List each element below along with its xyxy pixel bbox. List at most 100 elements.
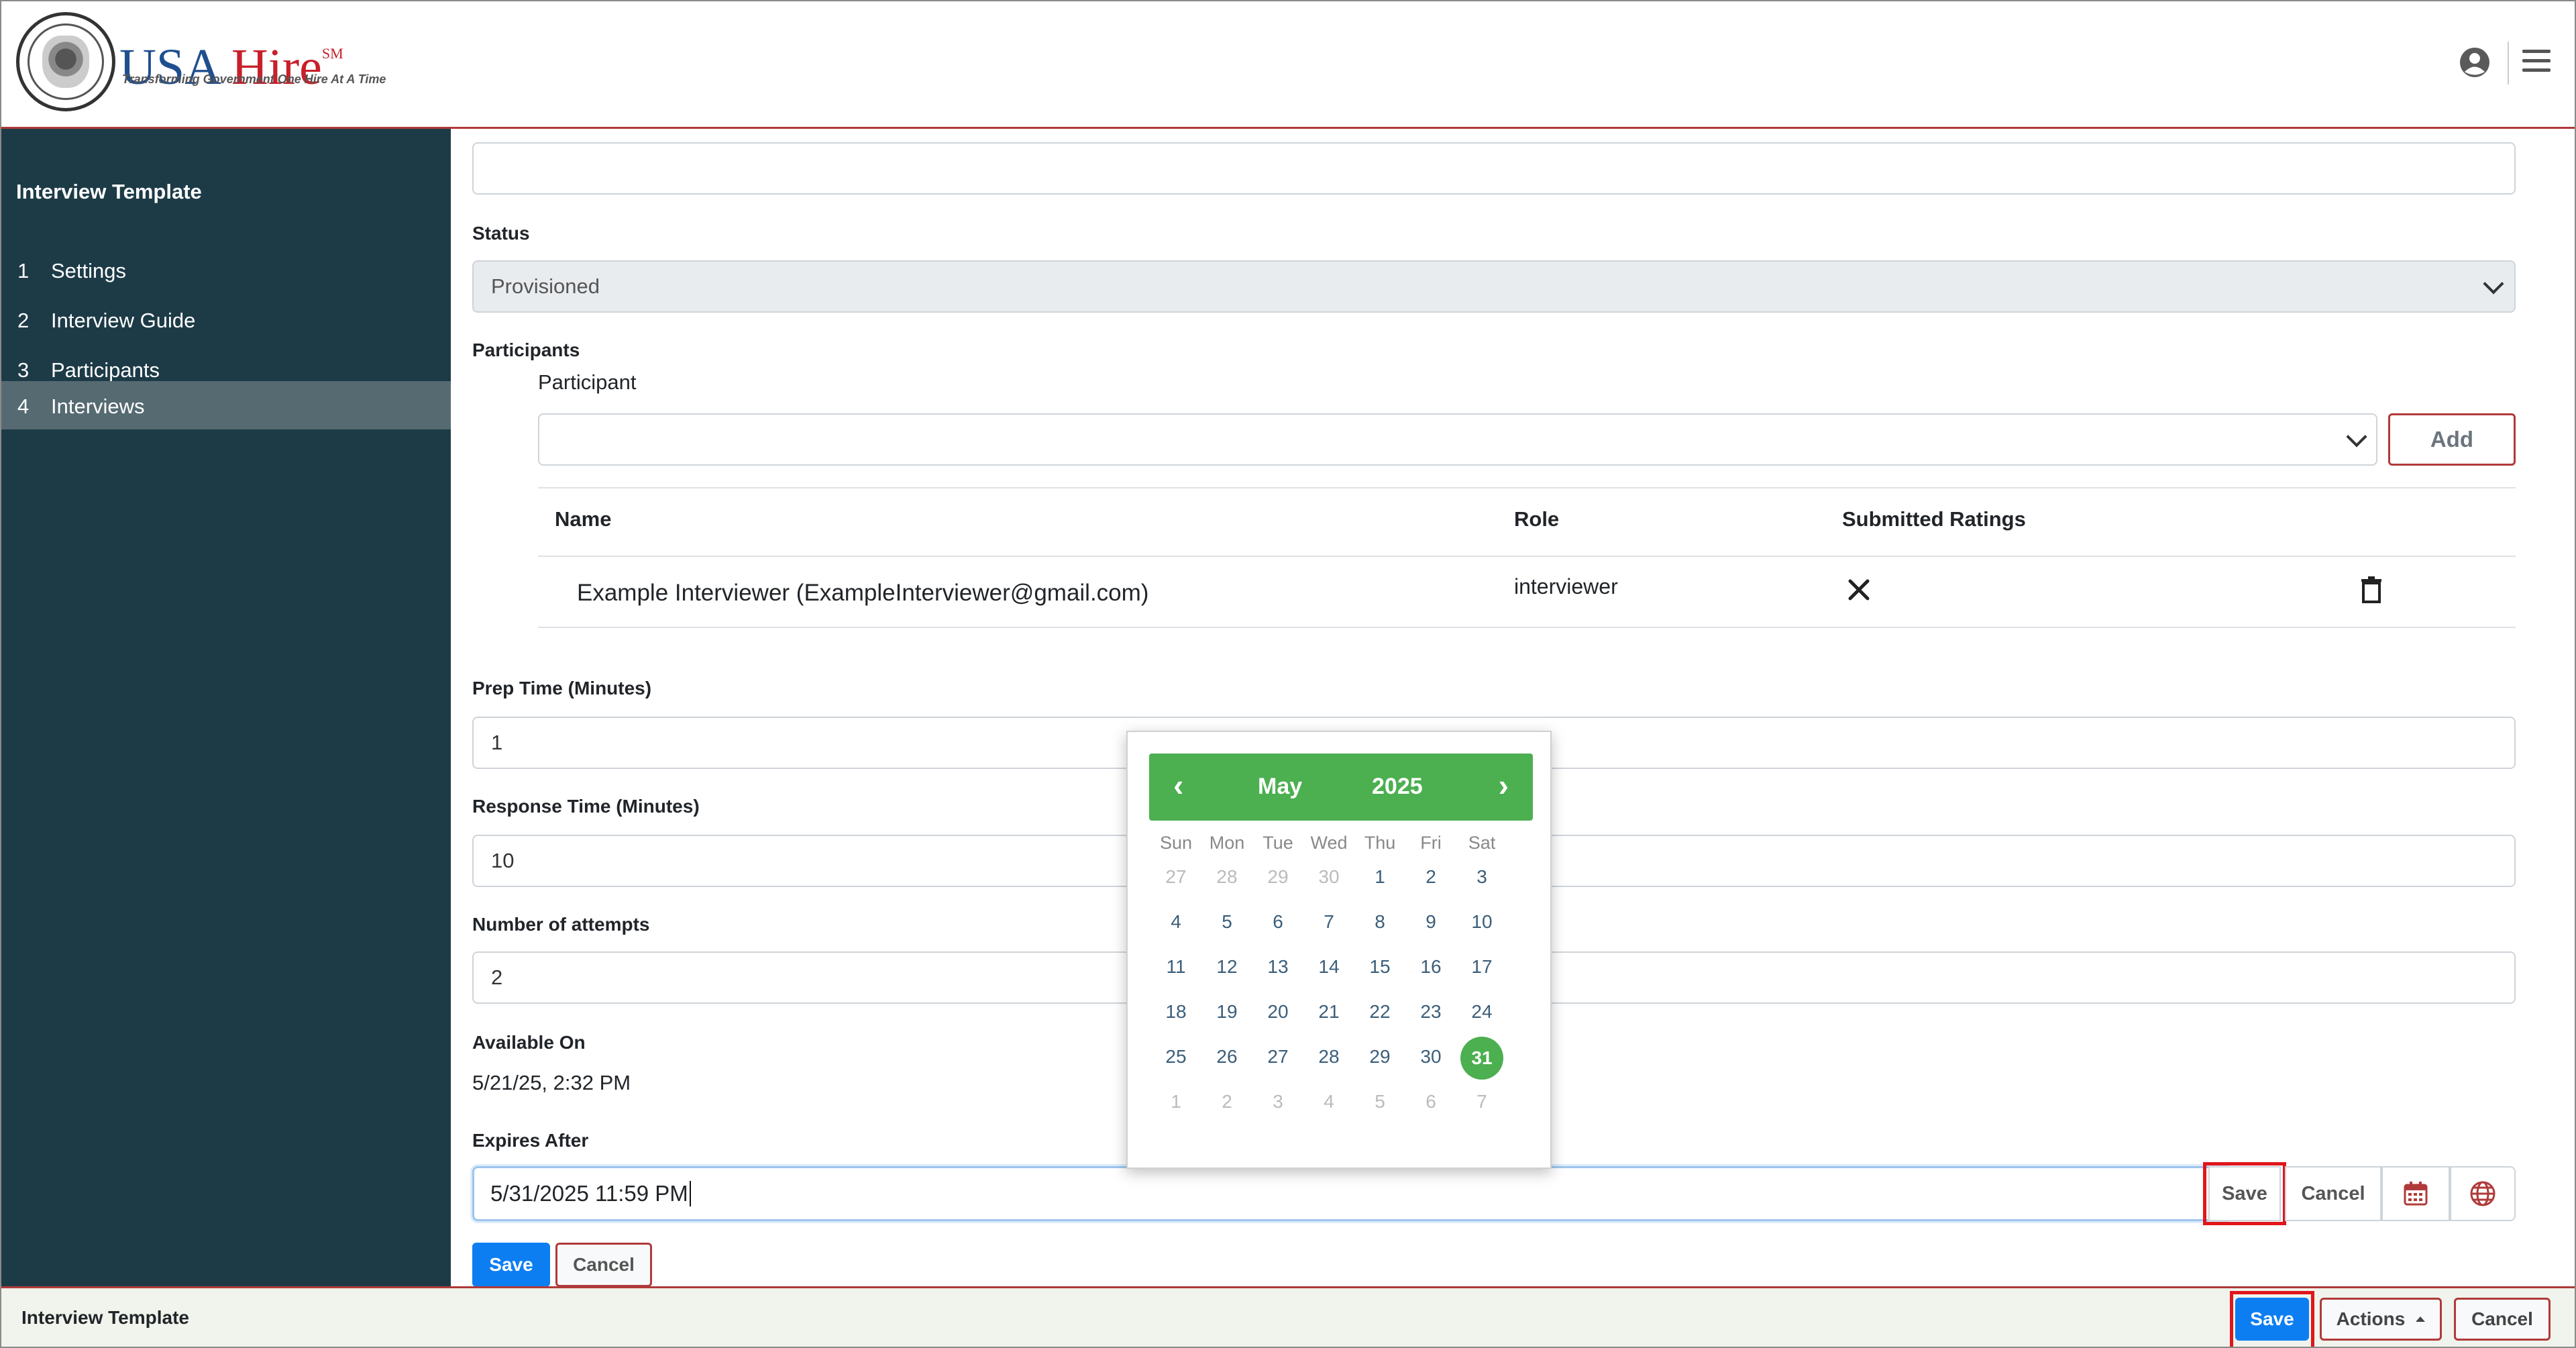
text-caret [689,1181,691,1206]
trash-icon[interactable] [2360,576,2383,604]
participant-role-cell: interviewer [1514,574,1618,599]
calendar-day[interactable]: 9 [1405,902,1456,942]
calendar-day[interactable]: 11 [1150,947,1201,987]
calendar-day[interactable]: 28 [1201,857,1252,897]
sidebar-title: Interview Template [16,180,202,203]
calendar-day[interactable]: 25 [1150,1037,1201,1077]
timezone-button[interactable] [2450,1166,2516,1221]
participant-select[interactable] [538,413,2377,466]
form-cancel-button[interactable]: Cancel [555,1243,652,1286]
sidebar-item-interview-guide[interactable]: 2 Interview Guide [1,295,451,344]
chevron-right-icon[interactable]: › [1499,767,1509,803]
participant-sublabel: Participant [538,370,637,394]
col-header-submitted-ratings: Submitted Ratings [1842,507,2026,531]
calendar-dow-mon: Mon [1209,833,1245,853]
calendar-day[interactable]: 21 [1303,992,1354,1032]
sidebar-item-number: 3 [17,358,30,382]
calendar-day[interactable]: 27 [1150,857,1201,897]
calendar-day[interactable]: 13 [1252,947,1303,987]
top-text-input[interactable] [472,142,2516,195]
caret-up-icon [2416,1316,2426,1322]
calendar-day[interactable]: 30 [1303,857,1354,897]
calendar-day[interactable]: 2 [1405,857,1456,897]
calendar-header: ‹ May 2025 › [1149,754,1533,821]
sidebar-item-interviews[interactable]: 4 Interviews [1,381,451,429]
calendar-day[interactable]: 30 [1405,1037,1456,1077]
calendar-day[interactable]: 16 [1405,947,1456,987]
user-circle-icon[interactable] [2459,47,2490,78]
attempts-label: Number of attempts [472,914,650,935]
calendar-day[interactable]: 2 [1201,1082,1252,1122]
calendar-day[interactable]: 1 [1354,857,1405,897]
calendar-day[interactable]: 20 [1252,992,1303,1032]
calendar-day[interactable]: 10 [1456,902,1507,942]
actions-label: Actions [2336,1308,2406,1329]
expires-after-input[interactable]: 5/31/2025 11:59 PM [472,1166,2227,1221]
main-content: Status Provisioned Participants Particip… [451,129,2575,1286]
calendar-toggle-button[interactable] [2381,1166,2450,1221]
calendar-day[interactable]: 5 [1354,1082,1405,1122]
participant-name-cell: Example Interviewer (ExampleInterviewer@… [577,580,1149,606]
calendar-dow-thu: Thu [1364,833,1396,853]
calendar-day[interactable]: 27 [1252,1037,1303,1077]
globe-icon [2470,1181,2496,1206]
status-value: Provisioned [491,274,600,298]
status-select[interactable]: Provisioned [472,260,2516,313]
status-label: Status [472,223,530,244]
brand-sm: SM [321,45,343,62]
sidebar-item-label: Interviews [51,395,145,418]
calendar-icon [2404,1182,2428,1206]
calendar-dow-sun: Sun [1159,833,1193,853]
expires-after-label: Expires After [472,1130,589,1151]
table-header-border [538,556,2516,557]
chevron-down-icon [2346,426,2367,448]
calendar-day[interactable]: 23 [1405,992,1456,1032]
hamburger-menu-icon[interactable] [2522,50,2551,72]
top-header: USA HireSM Transforming Government One H… [1,1,2575,129]
calendar-day[interactable]: 29 [1354,1037,1405,1077]
calendar-day[interactable]: 8 [1354,902,1405,942]
calendar-day[interactable]: 3 [1456,857,1507,897]
calendar-day[interactable]: 6 [1252,902,1303,942]
footer-cancel-button[interactable]: Cancel [2454,1298,2551,1341]
calendar-day[interactable]: 17 [1456,947,1507,987]
table-top-border [538,487,2516,488]
calendar-year[interactable]: 2025 [1372,774,1423,800]
add-participant-button[interactable]: Add [2388,413,2516,466]
sidebar-item-label: Settings [51,259,127,282]
available-on-label: Available On [472,1032,586,1053]
prep-time-label: Prep Time (Minutes) [472,678,652,698]
actions-dropdown-button[interactable]: Actions [2320,1298,2442,1341]
expires-save-highlight [2203,1162,2286,1225]
calendar-day[interactable]: 18 [1150,992,1201,1032]
sidebar-item-number: 1 [17,259,30,282]
calendar-day[interactable]: 26 [1201,1037,1252,1077]
calendar-day[interactable]: 3 [1252,1082,1303,1122]
calendar-day[interactable]: 6 [1405,1082,1456,1122]
calendar-day-selected[interactable]: 31 [1456,1037,1507,1080]
app-window: USA HireSM Transforming Government One H… [0,0,2576,1348]
x-icon [1848,579,1870,601]
calendar-day[interactable]: 4 [1150,902,1201,942]
calendar-day[interactable]: 5 [1201,902,1252,942]
sidebar-item-number: 2 [17,309,30,332]
calendar-day[interactable]: 19 [1201,992,1252,1032]
form-save-button[interactable]: Save [472,1243,550,1286]
calendar-day[interactable]: 12 [1201,947,1252,987]
calendar-day[interactable]: 7 [1456,1082,1507,1122]
sidebar-item-settings[interactable]: 1 Settings [1,246,451,294]
calendar-month[interactable]: May [1258,774,1302,800]
calendar-day[interactable]: 29 [1252,857,1303,897]
calendar-day[interactable]: 1 [1150,1082,1201,1122]
calendar-day[interactable]: 14 [1303,947,1354,987]
col-header-name: Name [555,507,612,531]
expires-cancel-button[interactable]: Cancel [2285,1166,2381,1221]
calendar-day[interactable]: 7 [1303,902,1354,942]
calendar-day[interactable]: 4 [1303,1082,1354,1122]
calendar-day[interactable]: 15 [1354,947,1405,987]
opm-seal-logo [16,12,115,111]
calendar-day[interactable]: 28 [1303,1037,1354,1077]
calendar-day[interactable]: 24 [1456,992,1507,1032]
calendar-day[interactable]: 22 [1354,992,1405,1032]
chevron-left-icon[interactable]: ‹ [1173,767,1183,803]
